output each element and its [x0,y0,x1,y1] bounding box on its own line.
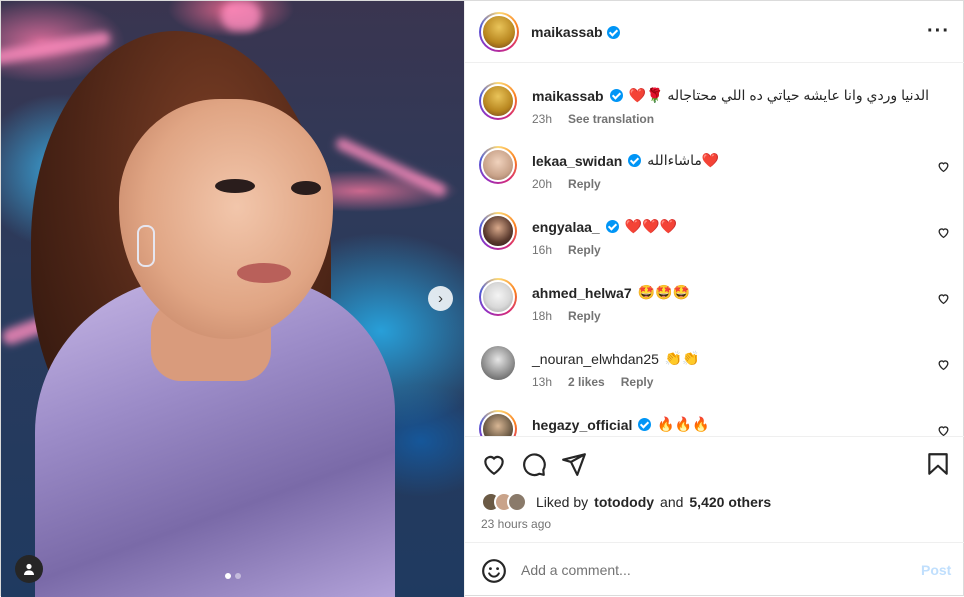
heart-icon[interactable] [937,358,950,371]
comment-likes[interactable]: 2 likes [568,375,605,389]
chevron-right-icon[interactable]: › [428,286,453,311]
comment-text: 🤩🤩🤩 [637,284,690,300]
comment-line: ahmed_helwa7 🤩🤩🤩 [532,284,690,301]
bookmark-icon[interactable] [925,451,951,477]
reply-button[interactable]: Reply [621,375,654,389]
caption-username[interactable]: maikassab [532,88,604,104]
comment-input[interactable] [521,557,901,583]
comment-line: _nouran_elwhdan25 👏👏 [532,350,700,367]
comment-line: lekaa_swidan ماشاءالله❤️ [532,152,719,169]
post-comment-button[interactable]: Post [921,562,951,578]
comment-row: _nouran_elwhdan25 👏👏 13h 2 likes Reply [465,328,964,394]
avatar-image [481,214,515,248]
liked-by-user-link[interactable]: totodody [594,494,654,510]
avatar-image [481,412,515,436]
comment-meta: 20h Reply [532,177,601,191]
comment-time[interactable]: 16h [532,243,552,257]
emoji-icon[interactable] [481,558,507,584]
comment-username[interactable]: ahmed_helwa7 [532,285,632,301]
comment-username[interactable]: lekaa_swidan [532,153,622,169]
post-header: maikassab ··· [465,1,964,63]
comment-text: 👏👏 [664,350,700,366]
comment-time[interactable]: 13h [532,375,552,389]
comment-row: lekaa_swidan ماشاءالله❤️ 20h Reply [465,130,964,196]
see-translation-link[interactable]: See translation [568,112,654,126]
comment-username[interactable]: _nouran_elwhdan25 [532,351,659,367]
caption-meta: 23h See translation [532,112,654,126]
neon-light [221,1,261,31]
carousel-dot [235,573,241,579]
comment-meta: 16h Reply [532,243,601,257]
comment-text: ❤️❤️❤️ [624,218,678,234]
send-icon[interactable] [561,451,587,477]
heart-icon[interactable] [481,451,507,477]
verified-icon [628,154,642,167]
avatar-image [481,280,515,314]
caption-text: الدنيا وردي وانا عايشه حياتي ده اللي محت… [628,87,929,103]
photo-eye [291,181,321,195]
comment-row: engyalaa_ ❤️❤️❤️ 16h Reply [465,196,964,262]
comment-username[interactable]: hegazy_official [532,417,632,433]
post-panel: maikassab ··· maikassab الدنيا وردي وانا… [464,1,964,597]
add-comment-bar: Post [465,542,964,597]
comment-text: 🔥🔥🔥 [657,416,710,432]
verified-icon [638,418,652,431]
verified-icon [605,220,619,233]
commenter-avatar[interactable] [479,212,517,250]
carousel-indicator [225,573,241,579]
comment-line: hegazy_official 🔥🔥🔥 [532,416,710,433]
avatar-image [481,148,515,182]
caption-time[interactable]: 23h [532,112,552,126]
avatar [507,492,527,512]
carousel-dot-active [225,573,231,579]
commenter-avatar[interactable] [479,410,517,436]
comments-list[interactable]: maikassab الدنيا وردي وانا عايشه حياتي د… [465,64,964,436]
liked-by-label: Liked by [536,494,589,510]
comment-icon[interactable] [521,451,547,477]
verified-icon [609,89,623,102]
comment-text: ماشاءالله❤️ [647,152,720,168]
liked-by-others-link[interactable]: 5,420 others [689,494,771,510]
neon-light [334,136,448,198]
likes-summary: Liked by totodody and 5,420 others [481,492,771,512]
photo-eye [215,179,255,193]
photo-lips [237,263,291,283]
reply-button[interactable]: Reply [568,243,601,257]
post-media[interactable]: › [1,1,464,597]
author-avatar[interactable] [479,82,517,120]
post-dialog: › maikassab ··· maikassab الدنيا وردي وا… [0,0,964,597]
liker-avatars[interactable] [481,492,527,512]
author-username-text[interactable]: maikassab [531,24,603,40]
comment-row: hegazy_official 🔥🔥🔥 [465,394,964,436]
author-username[interactable]: maikassab [531,24,620,40]
post-time[interactable]: 23 hours ago [481,517,551,531]
photo-earring [137,225,155,267]
comment-time[interactable]: 20h [532,177,552,191]
post-actions: Liked by totodody and 5,420 others 23 ho… [465,436,964,542]
caption-line: maikassab الدنيا وردي وانا عايشه حياتي د… [532,87,929,104]
comment-time[interactable]: 18h [532,309,552,323]
heart-icon[interactable] [937,424,950,436]
more-horizontal-icon[interactable]: ··· [927,21,950,41]
verified-icon [606,25,620,39]
comment-meta: 13h 2 likes Reply [532,375,653,389]
comment-meta: 18h Reply [532,309,601,323]
commenter-avatar[interactable] [481,346,515,380]
author-avatar[interactable] [479,12,519,52]
neon-light [1,30,112,66]
reply-button[interactable]: Reply [568,309,601,323]
heart-icon[interactable] [937,226,950,239]
reply-button[interactable]: Reply [568,177,601,191]
commenter-avatar[interactable] [479,146,517,184]
user-tag-icon[interactable] [15,555,43,583]
commenter-avatar[interactable] [479,278,517,316]
heart-icon[interactable] [937,160,950,173]
liked-by-and: and [660,494,684,510]
comment-row: ahmed_helwa7 🤩🤩🤩 18h Reply [465,262,964,328]
comment-line: engyalaa_ ❤️❤️❤️ [532,218,677,235]
heart-icon[interactable] [937,292,950,305]
comment-username[interactable]: engyalaa_ [532,219,600,235]
caption-row: maikassab الدنيا وردي وانا عايشه حياتي د… [465,64,964,130]
